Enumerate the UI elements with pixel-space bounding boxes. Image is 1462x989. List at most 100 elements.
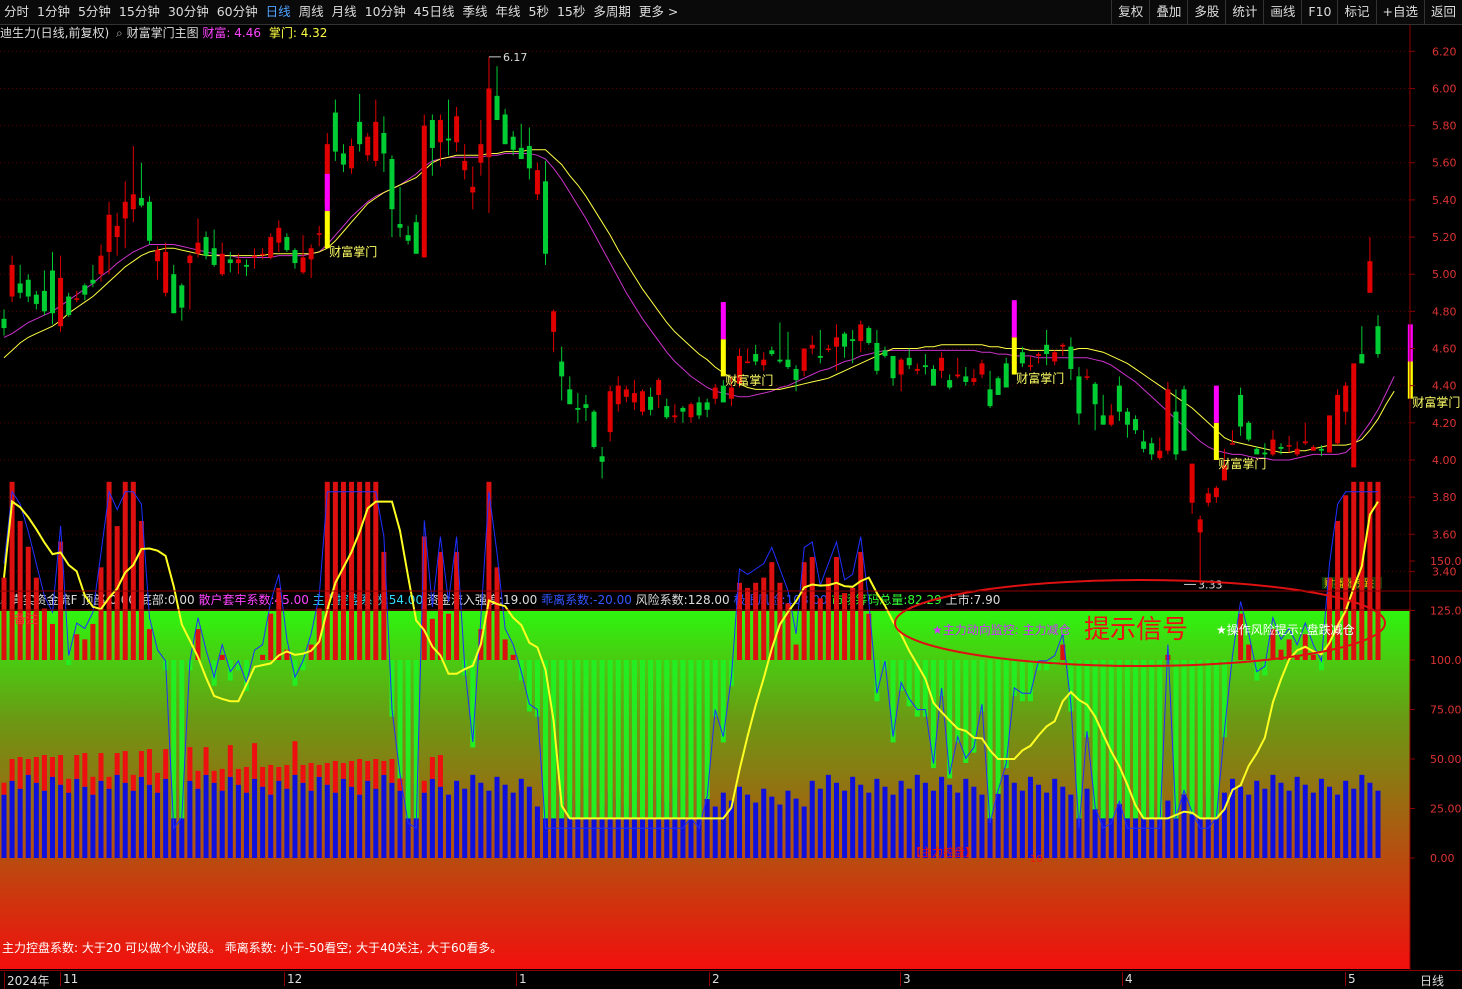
candle bbox=[340, 153, 346, 165]
flow-bar-red bbox=[17, 757, 23, 789]
flow-bar-red bbox=[74, 755, 80, 779]
candle bbox=[397, 224, 403, 228]
flow-bar-blue bbox=[349, 786, 355, 858]
momentum-bar-green bbox=[599, 660, 605, 819]
candle bbox=[300, 257, 306, 273]
candle bbox=[833, 337, 839, 347]
flow-bar-blue bbox=[300, 782, 306, 858]
candle bbox=[720, 385, 726, 403]
ind-tick-label: 75.00 bbox=[1430, 704, 1462, 717]
candle bbox=[405, 235, 411, 241]
momentum-bar-green bbox=[963, 660, 969, 763]
flow-bar-blue bbox=[1286, 790, 1292, 858]
time-axis: 2024年 11 12 1 2 3 4 5 日线 bbox=[0, 970, 1462, 989]
flow-bar-blue bbox=[389, 782, 395, 858]
candle bbox=[357, 121, 363, 145]
flow-bar-red bbox=[187, 747, 193, 781]
flow-bar-blue bbox=[712, 806, 718, 858]
flow-bar-blue bbox=[1318, 778, 1324, 858]
price-tick-label: 3.80 bbox=[1432, 491, 1457, 504]
candle bbox=[680, 407, 686, 412]
momentum-bar-green bbox=[1197, 660, 1203, 819]
momentum-bar-green bbox=[1189, 660, 1195, 815]
candle bbox=[122, 201, 128, 219]
momentum-bar-green bbox=[672, 660, 678, 819]
flow-bar-blue bbox=[817, 788, 823, 858]
momentum-bar-green bbox=[664, 660, 670, 819]
price-tick-label: 4.20 bbox=[1432, 417, 1457, 430]
candle bbox=[33, 294, 39, 304]
candle bbox=[1335, 394, 1341, 444]
candle bbox=[510, 136, 516, 150]
flow-bar-blue bbox=[130, 790, 136, 858]
flow-bar-red bbox=[138, 751, 144, 777]
flow-bar-red bbox=[292, 741, 298, 775]
signal-bar-yellow bbox=[720, 339, 726, 377]
chart-canvas[interactable]: 财富掌门财富掌门 财富掌门财富掌门财富掌门6.173.33 财播涨榜跌 6.206.… bbox=[0, 0, 1462, 988]
ind-tick-label: 100.0 bbox=[1430, 654, 1462, 667]
candle bbox=[1270, 439, 1276, 455]
price-tick-label: 5.80 bbox=[1432, 120, 1457, 133]
flow-bar-red bbox=[130, 774, 136, 791]
price-tick-label: 5.40 bbox=[1432, 194, 1457, 207]
candle bbox=[1238, 394, 1244, 427]
flow-bar-blue bbox=[227, 776, 233, 858]
momentum-bar-green bbox=[591, 660, 597, 819]
flow-bar-blue bbox=[1, 794, 7, 858]
flow-bar-blue bbox=[49, 776, 55, 858]
flow-bar-red bbox=[58, 755, 64, 785]
momentum-bar-red bbox=[219, 654, 225, 660]
momentum-bar-green bbox=[688, 660, 694, 819]
candle bbox=[1044, 344, 1050, 355]
candle bbox=[316, 233, 322, 235]
momentum-bar-green bbox=[470, 660, 476, 748]
candle bbox=[1302, 441, 1308, 444]
flow-bar-blue bbox=[785, 790, 791, 858]
candle bbox=[1205, 493, 1211, 503]
candle bbox=[276, 227, 282, 243]
momentum-bar-green bbox=[615, 660, 621, 819]
flow-bar-blue bbox=[842, 790, 848, 858]
flow-bar-red bbox=[365, 760, 371, 781]
flow-bar-blue bbox=[510, 792, 516, 858]
flow-bar-blue bbox=[1262, 788, 1268, 858]
flow-bar-blue bbox=[777, 804, 783, 858]
flow-bar-blue bbox=[138, 776, 144, 858]
candle bbox=[1133, 419, 1139, 431]
candle bbox=[615, 385, 621, 405]
candle bbox=[106, 214, 112, 252]
candle bbox=[1230, 443, 1236, 445]
candle bbox=[1294, 448, 1300, 455]
candle bbox=[575, 407, 581, 410]
candle bbox=[1359, 354, 1365, 364]
price-tick-label: 4.40 bbox=[1432, 380, 1457, 393]
momentum-bar-green bbox=[631, 660, 637, 819]
momentum-bar-green bbox=[1133, 660, 1139, 819]
ind-tick-label: 50.00 bbox=[1430, 753, 1462, 766]
candle bbox=[1375, 326, 1381, 355]
signal-bar-magenta bbox=[324, 173, 330, 212]
candle bbox=[534, 170, 540, 195]
flow-bar-red bbox=[1, 782, 7, 795]
flow-bar-blue bbox=[1359, 774, 1365, 858]
candle bbox=[1052, 352, 1058, 362]
candle bbox=[599, 456, 605, 462]
candle bbox=[914, 368, 920, 371]
flow-bar-blue bbox=[1181, 794, 1187, 858]
candle bbox=[688, 404, 694, 418]
candle bbox=[777, 359, 783, 362]
flow-bar-blue bbox=[1084, 788, 1090, 858]
candle bbox=[631, 393, 637, 403]
candle bbox=[413, 222, 419, 254]
flow-bar-blue bbox=[470, 774, 476, 858]
candle bbox=[995, 378, 1001, 395]
momentum-bar-red bbox=[446, 613, 452, 660]
candle bbox=[1327, 415, 1333, 453]
flow-bar-red bbox=[25, 759, 31, 775]
flow-bar-blue bbox=[1343, 780, 1349, 858]
flow-bar-blue bbox=[260, 786, 266, 858]
flow-bar-red bbox=[9, 759, 15, 781]
flow-bar-blue bbox=[526, 786, 532, 858]
candle bbox=[745, 361, 751, 364]
candle bbox=[243, 264, 249, 267]
